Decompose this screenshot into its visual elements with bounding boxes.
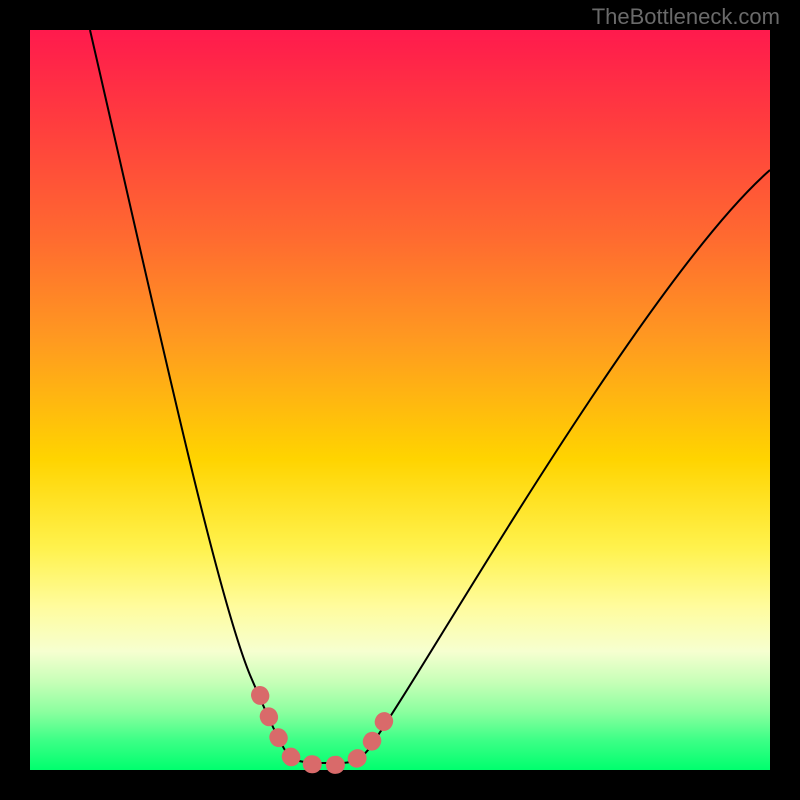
curve-svg [30, 30, 770, 770]
watermark-text: TheBottleneck.com [592, 4, 780, 30]
highlight-segment [260, 695, 390, 765]
main-curve [90, 30, 770, 763]
plot-area [30, 30, 770, 770]
chart-frame: TheBottleneck.com [0, 0, 800, 800]
